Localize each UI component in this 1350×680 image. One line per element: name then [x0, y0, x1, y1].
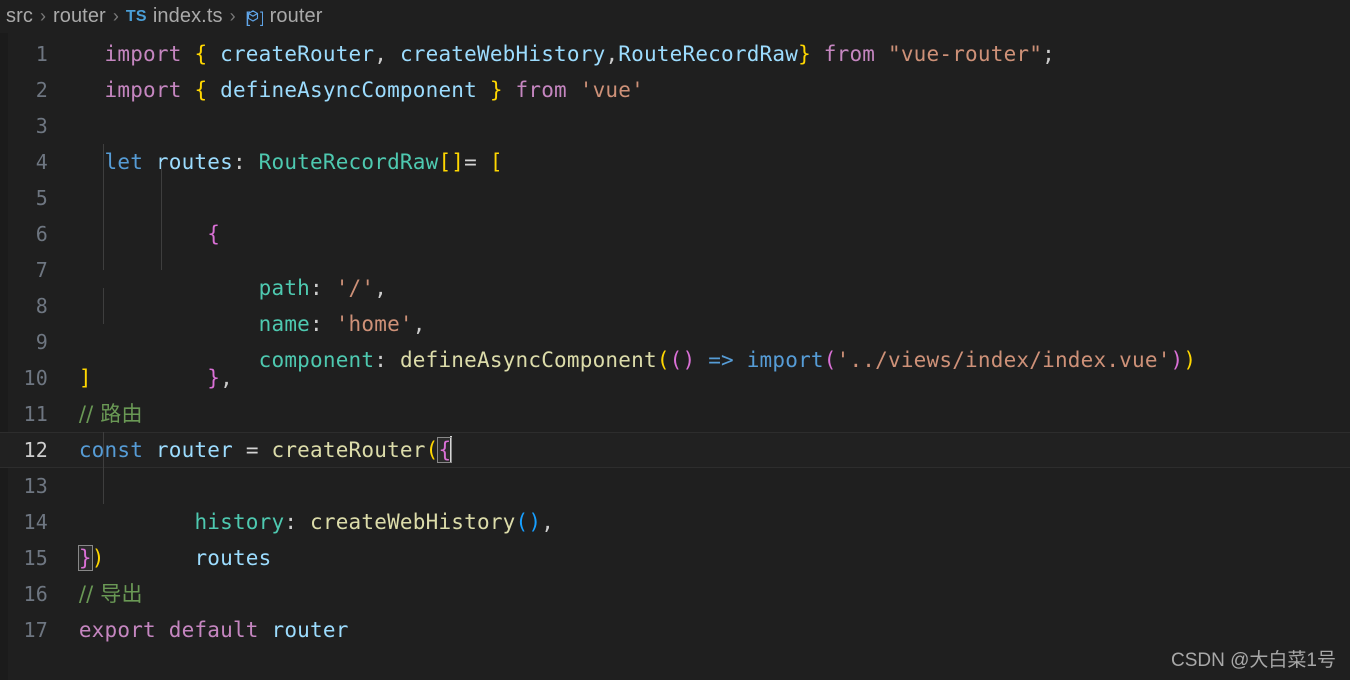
code-line[interactable]: 3: [0, 108, 1350, 144]
token-string: 'vue': [579, 78, 644, 102]
code-content[interactable]: export default router: [66, 612, 1350, 648]
token-identifier: router: [271, 618, 349, 642]
token-brace: {: [194, 42, 208, 66]
token-identifier: createWebHistory: [399, 42, 606, 66]
token-keyword: from: [823, 42, 876, 66]
indent-guide: [103, 162, 104, 198]
indent-guide: [161, 162, 162, 198]
line-number: 14: [23, 510, 48, 534]
indent-guide: [161, 198, 162, 234]
line-number: 17: [23, 618, 48, 642]
line-number: 11: [23, 402, 48, 426]
token-keyword: export: [78, 618, 156, 642]
line-number: 13: [23, 474, 48, 498]
symbol-variable-icon: [ ]: [243, 7, 263, 27]
svg-text:]: ]: [257, 8, 263, 27]
token-identifier: createRouter: [220, 42, 375, 66]
indent-guide: [161, 234, 162, 270]
code-line[interactable]: 9 },: [0, 288, 1350, 390]
token-paren: ): [91, 546, 105, 570]
breadcrumb-separator: ›: [112, 6, 119, 26]
token-brace: }: [798, 42, 811, 66]
code-content[interactable]: ]: [66, 360, 1350, 396]
breadcrumb-separator: ›: [39, 6, 46, 26]
line-number: 15: [23, 546, 48, 570]
token-comment: // 导出: [78, 582, 143, 606]
token-keyword: import: [104, 42, 182, 66]
token-punct: ,: [374, 42, 388, 66]
line-number: 6: [35, 222, 48, 246]
line-number: 8: [35, 294, 48, 318]
code-line[interactable]: 10 ]: [0, 360, 1350, 396]
token-keyword: default: [168, 618, 259, 642]
breadcrumb[interactable]: src › router › TS index.ts › [ ] router: [0, 0, 1350, 33]
token-keyword: import: [104, 78, 182, 102]
code-lines-container[interactable]: 1 import { createRouter, createWebHistor…: [0, 33, 1350, 648]
code-line[interactable]: 11 // 路由: [0, 396, 1350, 432]
svg-text:[: [: [243, 8, 253, 27]
code-content[interactable]: // 导出: [66, 576, 1350, 612]
token-brace: {: [194, 78, 208, 102]
code-content[interactable]: import { defineAsyncComponent } from 'vu…: [66, 72, 1350, 108]
line-number: 3: [35, 114, 48, 138]
code-content[interactable]: import { createRouter, createWebHistory,…: [66, 36, 1350, 72]
code-line[interactable]: 16 // 导出: [0, 576, 1350, 612]
token-string: "vue-router": [888, 42, 1043, 66]
token-punct: ,: [605, 42, 619, 66]
code-content[interactable]: // 路由: [66, 396, 1350, 432]
token-bracket: ]: [78, 366, 92, 390]
code-line[interactable]: 2 import { defineAsyncComponent } from '…: [0, 72, 1350, 108]
line-number: 7: [35, 258, 48, 282]
indent-guide: [103, 432, 104, 468]
line-number: 4: [35, 150, 48, 174]
indent-guide: [103, 288, 104, 324]
token-comment: // 路由: [78, 402, 143, 426]
token-brace-matched: }: [77, 545, 93, 571]
code-line[interactable]: 15 }): [0, 540, 1350, 576]
token-punct: ;: [1042, 42, 1055, 66]
indent-guide: [103, 234, 104, 270]
code-line[interactable]: 1 import { createRouter, createWebHistor…: [0, 36, 1350, 72]
line-number-active: 12: [23, 438, 48, 462]
code-content[interactable]: }): [66, 540, 1350, 576]
code-line[interactable]: 14 routes: [0, 468, 1350, 570]
breadcrumb-item-router-folder[interactable]: router: [53, 5, 106, 28]
line-number: 10: [23, 366, 48, 390]
token-keyword: from: [515, 78, 567, 102]
line-number: 2: [35, 78, 48, 102]
line-number: 1: [35, 42, 48, 66]
breadcrumb-separator: ›: [229, 6, 236, 26]
watermark: CSDN @大白菜1号: [1171, 650, 1336, 671]
line-number: 16: [23, 582, 48, 606]
typescript-file-icon: TS: [125, 7, 147, 25]
breadcrumb-item-router-symbol[interactable]: router: [270, 5, 323, 28]
indent-guide: [103, 468, 104, 504]
line-number: 5: [35, 186, 48, 210]
breadcrumb-item-index-ts[interactable]: index.ts: [153, 5, 223, 28]
token-identifier: RouteRecordRaw: [618, 42, 799, 66]
breadcrumb-item-src[interactable]: src: [6, 5, 33, 28]
token-identifier: defineAsyncComponent: [220, 78, 477, 102]
token-brace: }: [489, 78, 503, 102]
code-line[interactable]: 17 export default router: [0, 612, 1350, 648]
line-number: 9: [35, 330, 48, 354]
indent-guide: [103, 198, 104, 234]
code-editor[interactable]: 1 import { createRouter, createWebHistor…: [0, 33, 1350, 680]
